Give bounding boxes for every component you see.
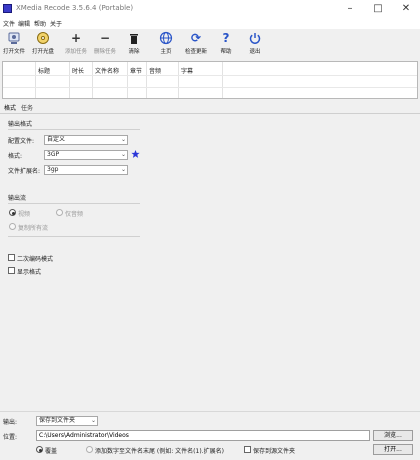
section-separator xyxy=(8,236,140,237)
exit-label: 退出 xyxy=(249,49,261,55)
trash-icon xyxy=(127,31,141,45)
help-icon: ? xyxy=(222,31,230,45)
column-header-subtitle[interactable]: 字幕 xyxy=(181,66,193,75)
remove-task-button[interactable]: − 删除任务 xyxy=(92,31,118,57)
clear-button[interactable]: 清除 xyxy=(122,31,146,57)
menu-file[interactable]: 文件 xyxy=(3,19,15,28)
file-extension-label: 文件扩展名: xyxy=(8,168,41,175)
column-divider xyxy=(222,62,223,98)
file-list[interactable] xyxy=(2,61,418,99)
output-label: 输出: xyxy=(3,419,18,426)
column-header-filename[interactable]: 文件名称 xyxy=(95,66,119,75)
output-format-title: 输出格式 xyxy=(8,121,33,128)
window-title: XMedia Recode 3.5.6.4 (Portable) xyxy=(16,4,134,12)
app-icon xyxy=(3,4,12,13)
tab-tasks[interactable]: 任务 xyxy=(21,103,33,112)
same-folder-checkbox[interactable] xyxy=(244,446,251,453)
profile-label: 配置文件: xyxy=(8,138,35,145)
homepage-button[interactable]: 主页 xyxy=(154,31,178,57)
chevron-down-icon: ⌄ xyxy=(120,166,126,173)
file-extension-value: 3gp xyxy=(47,166,59,173)
radio-audio-only[interactable] xyxy=(56,209,63,216)
grid-row-line xyxy=(3,87,417,88)
menu-bar xyxy=(0,18,420,29)
output-select[interactable]: 保存到文件夹 ⌄ xyxy=(36,416,98,426)
open-folder-button[interactable]: 打开... xyxy=(373,444,413,455)
check-update-button[interactable]: ⟳ 检查更新 xyxy=(183,31,209,57)
two-pass-checkbox[interactable] xyxy=(8,254,15,261)
open-file-label: 打开文件 xyxy=(2,49,25,55)
column-header-title[interactable]: 标题 xyxy=(38,66,50,75)
radio-video-label: 视频 xyxy=(18,211,31,218)
chevron-down-icon: ⌄ xyxy=(120,136,126,143)
radio-overwrite[interactable] xyxy=(36,446,43,453)
show-format-label: 显示格式 xyxy=(17,269,42,276)
refresh-icon: ⟳ xyxy=(190,31,202,45)
column-divider xyxy=(35,62,36,98)
menu-edit[interactable]: 编辑 xyxy=(18,19,30,28)
profile-select[interactable]: 自定义 ⌄ xyxy=(44,135,128,145)
output-stream-title: 输出流 xyxy=(8,195,27,202)
section-separator xyxy=(8,129,140,130)
show-format-checkbox[interactable] xyxy=(8,267,15,274)
exit-button[interactable]: 退出 xyxy=(243,31,267,57)
help-button[interactable]: ? 帮助 xyxy=(214,31,238,57)
column-header-chapters[interactable]: 章节 xyxy=(130,66,142,75)
grid-row-line xyxy=(3,75,417,76)
column-divider xyxy=(146,62,147,98)
tab-divider xyxy=(0,113,420,114)
favorite-star-icon[interactable] xyxy=(131,149,140,159)
radio-copy-all-streams-label: 复制所有流 xyxy=(18,225,49,232)
homepage-label: 主页 xyxy=(160,49,172,55)
open-disc-icon xyxy=(36,31,50,45)
bottom-separator xyxy=(0,411,420,412)
two-pass-label: 二次编码模式 xyxy=(17,256,54,263)
chevron-down-icon: ⌄ xyxy=(90,417,96,424)
column-header-audio[interactable]: 音频 xyxy=(149,66,161,75)
power-icon xyxy=(248,31,262,45)
format-label: 格式: xyxy=(8,153,23,160)
open-file-icon xyxy=(7,31,21,45)
column-divider xyxy=(92,62,93,98)
column-divider xyxy=(69,62,70,98)
radio-add-number[interactable] xyxy=(86,446,93,453)
minimize-button[interactable]: – xyxy=(336,0,364,18)
remove-task-label: 删除任务 xyxy=(93,49,116,55)
output-value: 保存到文件夹 xyxy=(39,417,76,424)
section-separator xyxy=(8,203,140,204)
same-folder-label: 保存到源文件夹 xyxy=(253,448,296,455)
browse-button[interactable]: 浏览... xyxy=(373,430,413,441)
open-file-button[interactable]: 打开文件 xyxy=(1,31,27,57)
radio-audio-only-label: 仅音频 xyxy=(65,211,84,218)
chevron-down-icon: ⌄ xyxy=(120,151,126,158)
radio-add-number-label: 添加数字至文件名末尾 (例如: 文件名(1).扩展名) xyxy=(95,448,224,455)
maximize-button[interactable]: □ xyxy=(364,0,392,18)
clear-label: 清除 xyxy=(128,49,140,55)
radio-video[interactable] xyxy=(9,209,16,216)
radio-overwrite-label: 覆盖 xyxy=(45,448,58,455)
format-value: 3GP xyxy=(47,151,60,158)
open-disc-label: 打开光盘 xyxy=(31,49,54,55)
menu-help[interactable]: 帮助 xyxy=(34,19,46,28)
open-disc-button[interactable]: 打开光盘 xyxy=(30,31,56,57)
radio-copy-all-streams[interactable] xyxy=(9,223,16,230)
folder-path-input[interactable]: C:\Users\Administrator\Videos xyxy=(36,430,370,441)
add-task-button[interactable]: + 添加任务 xyxy=(63,31,89,57)
column-divider xyxy=(127,62,128,98)
folder-label: 位置: xyxy=(3,434,18,441)
column-divider xyxy=(178,62,179,98)
remove-icon: − xyxy=(99,31,111,45)
globe-icon xyxy=(159,31,173,45)
menu-about[interactable]: 关于 xyxy=(50,19,62,28)
add-task-label: 添加任务 xyxy=(64,49,87,55)
format-select[interactable]: 3GP ⌄ xyxy=(44,150,128,160)
column-header-duration[interactable]: 时长 xyxy=(72,66,84,75)
tab-format[interactable]: 格式 xyxy=(4,103,16,112)
add-icon: + xyxy=(70,31,82,45)
profile-value: 自定义 xyxy=(47,136,66,143)
check-update-label: 检查更新 xyxy=(184,49,207,55)
help-label: 帮助 xyxy=(220,49,232,55)
close-button[interactable]: ✕ xyxy=(392,0,420,18)
file-extension-select[interactable]: 3gp ⌄ xyxy=(44,165,128,175)
